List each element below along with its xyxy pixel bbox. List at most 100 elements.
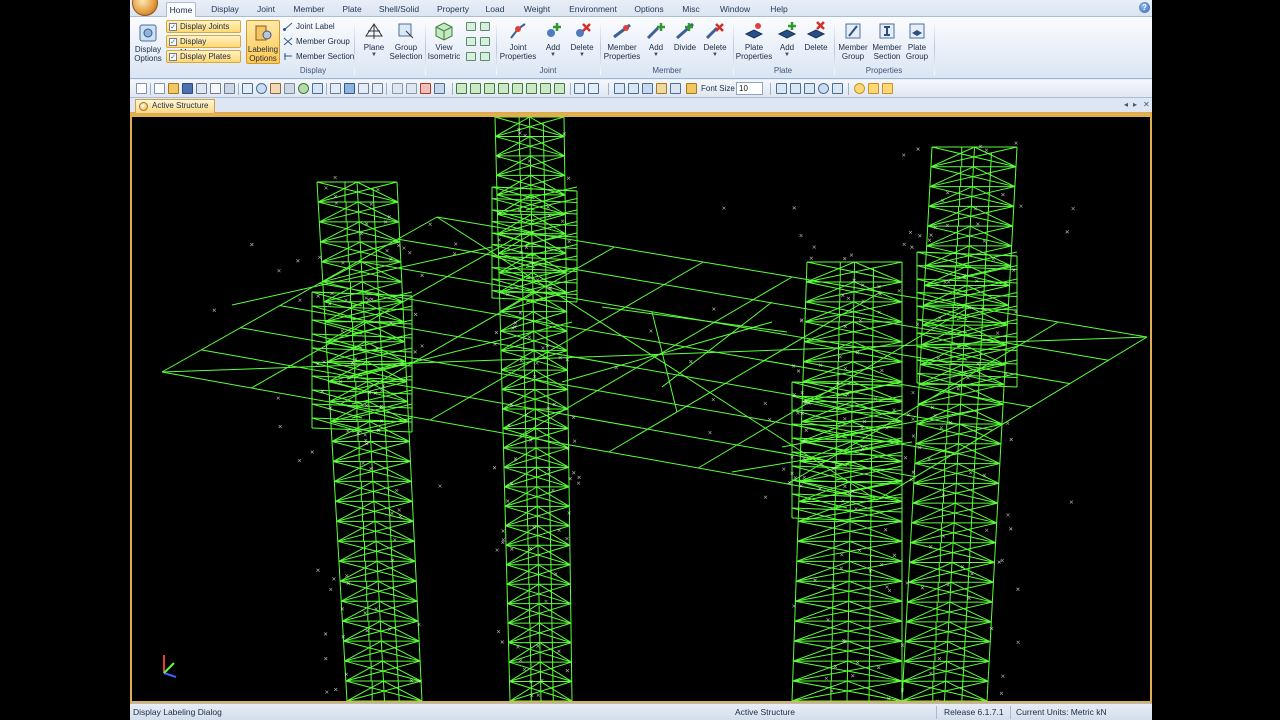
font-size-input[interactable]: 10 bbox=[736, 82, 763, 95]
scroll-right-icon[interactable]: ▸ bbox=[1133, 100, 1137, 109]
member-properties-button[interactable]: Member Properties bbox=[602, 21, 642, 61]
open-folder-icon[interactable] bbox=[168, 83, 179, 94]
member-divide-button[interactable]: Divide bbox=[670, 21, 700, 52]
help-icon[interactable]: ? bbox=[1139, 2, 1150, 13]
find-icon[interactable] bbox=[776, 83, 787, 94]
pan-hand-icon[interactable] bbox=[270, 83, 281, 94]
font-icon[interactable] bbox=[686, 83, 697, 94]
copy-icon[interactable] bbox=[210, 83, 221, 94]
orbit-icon[interactable] bbox=[818, 83, 829, 94]
new-file-icon[interactable] bbox=[136, 83, 147, 94]
scroll-left-icon[interactable]: ◂ bbox=[1124, 100, 1128, 109]
view-isometric-button[interactable]: View Isometric bbox=[427, 21, 461, 61]
app-menu-button[interactable] bbox=[132, 0, 158, 16]
view-iso-7-icon[interactable] bbox=[540, 83, 551, 94]
undo-icon[interactable] bbox=[392, 83, 403, 94]
save-all-icon[interactable] bbox=[196, 83, 207, 94]
tab-load[interactable]: Load bbox=[484, 2, 506, 17]
tab-property[interactable]: Property bbox=[435, 2, 471, 17]
joint-label-button[interactable]: Joint Label bbox=[283, 21, 335, 32]
view-bottom-icon[interactable] bbox=[480, 52, 490, 61]
crosshair-icon[interactable] bbox=[358, 83, 369, 94]
tab-weight[interactable]: Weight bbox=[520, 2, 554, 17]
redraw-icon[interactable] bbox=[298, 83, 309, 94]
tab-plate[interactable]: Plate bbox=[340, 2, 364, 17]
display-options-button[interactable]: Display Options bbox=[133, 23, 163, 63]
tab-member[interactable]: Member bbox=[291, 2, 327, 17]
tab-shell-solid[interactable]: Shell/Solid bbox=[376, 2, 422, 17]
view-left-icon[interactable] bbox=[466, 37, 476, 46]
print-icon[interactable] bbox=[224, 83, 235, 94]
new-icon[interactable] bbox=[154, 83, 165, 94]
view-iso-6-icon[interactable] bbox=[526, 83, 537, 94]
group-separator bbox=[934, 20, 935, 75]
view-iso-2-icon[interactable] bbox=[470, 83, 481, 94]
view-back-icon[interactable] bbox=[480, 22, 490, 31]
member-group-button[interactable]: Member Group bbox=[836, 21, 870, 61]
light-icon[interactable] bbox=[832, 83, 843, 94]
plate-delete-button[interactable]: Delete bbox=[801, 21, 831, 52]
grid-icon[interactable] bbox=[372, 83, 383, 94]
plate-group-button[interactable]: Plate Group bbox=[902, 21, 932, 61]
wireframe-icon[interactable] bbox=[588, 83, 599, 94]
select-icon[interactable] bbox=[330, 83, 341, 94]
joint-add-button[interactable]: Add ▼ bbox=[540, 21, 566, 58]
view-iso-4-icon[interactable] bbox=[498, 83, 509, 94]
tab-home[interactable]: Home bbox=[166, 2, 196, 17]
view-iso-8-icon[interactable] bbox=[554, 83, 565, 94]
zoom-window-icon[interactable] bbox=[242, 83, 253, 94]
display-joints-toggle[interactable]: ✓ Display Joints bbox=[166, 20, 241, 33]
axis-icon[interactable] bbox=[628, 83, 639, 94]
tab-window[interactable]: Window bbox=[717, 2, 753, 17]
view-iso-1-icon[interactable] bbox=[456, 83, 467, 94]
plane-button[interactable]: Plane ▼ bbox=[360, 21, 388, 58]
joint-delete-button[interactable]: Delete ▼ bbox=[567, 21, 597, 58]
structure-viewport[interactable] bbox=[130, 113, 1152, 703]
tab-environment[interactable]: Environment bbox=[567, 2, 619, 17]
measure-icon[interactable] bbox=[614, 83, 625, 94]
labeling-options-button[interactable]: Labeling Options bbox=[246, 20, 280, 64]
display-plates-toggle[interactable]: ✓ Display Plates bbox=[166, 50, 241, 63]
link-icon[interactable] bbox=[790, 83, 801, 94]
plate-properties-button[interactable]: Plate Properties bbox=[735, 21, 773, 61]
tab-display[interactable]: Display bbox=[208, 2, 242, 17]
rotate-icon[interactable] bbox=[284, 83, 295, 94]
view-front-icon[interactable] bbox=[466, 22, 476, 31]
render-icon[interactable] bbox=[574, 83, 585, 94]
zoom-icon[interactable] bbox=[256, 83, 267, 94]
toolbar-separator bbox=[570, 83, 571, 95]
snap-grid-icon[interactable] bbox=[882, 83, 893, 94]
member-group-label-button[interactable]: Member Group bbox=[283, 36, 350, 47]
redo-icon[interactable] bbox=[406, 83, 417, 94]
close-document-icon[interactable]: ✕ bbox=[1143, 100, 1150, 109]
snap-joint-icon[interactable] bbox=[854, 83, 865, 94]
fit-icon[interactable] bbox=[312, 83, 323, 94]
tab-help[interactable]: Help bbox=[768, 2, 790, 17]
delete-icon[interactable] bbox=[420, 83, 431, 94]
view-right-icon[interactable] bbox=[480, 37, 490, 46]
save-icon[interactable] bbox=[182, 83, 193, 94]
member-add-button[interactable]: Add ▼ bbox=[643, 21, 669, 58]
member-section-label-button[interactable]: Member Section bbox=[283, 51, 354, 62]
plate-add-button[interactable]: Add ▼ bbox=[774, 21, 800, 58]
tab-misc[interactable]: Misc bbox=[680, 2, 702, 17]
clear-icon[interactable] bbox=[434, 83, 445, 94]
tab-joint[interactable]: Joint bbox=[254, 2, 278, 17]
view-top-icon[interactable] bbox=[466, 52, 476, 61]
calculator-icon[interactable] bbox=[656, 83, 667, 94]
select-box-icon[interactable] bbox=[344, 83, 355, 94]
view-iso-5-icon[interactable] bbox=[512, 83, 523, 94]
member-section-button[interactable]: Member Section bbox=[870, 21, 904, 61]
node-icon[interactable] bbox=[804, 83, 815, 94]
view-iso-3-icon[interactable] bbox=[484, 83, 495, 94]
display-members-toggle[interactable]: ✓Display Members bbox=[166, 35, 241, 57]
group-selection-button[interactable]: Group Selection bbox=[389, 21, 423, 61]
list-icon[interactable] bbox=[642, 83, 653, 94]
snap-member-icon[interactable] bbox=[868, 83, 879, 94]
joint-properties-button[interactable]: Joint Properties bbox=[498, 21, 538, 61]
filter-icon[interactable] bbox=[670, 83, 681, 94]
wireframe-model[interactable] bbox=[132, 117, 1150, 701]
member-delete-button[interactable]: Delete ▼ bbox=[700, 21, 730, 58]
document-tab-active-structure[interactable]: Active Structure bbox=[135, 99, 215, 113]
tab-options[interactable]: Options bbox=[633, 2, 665, 17]
